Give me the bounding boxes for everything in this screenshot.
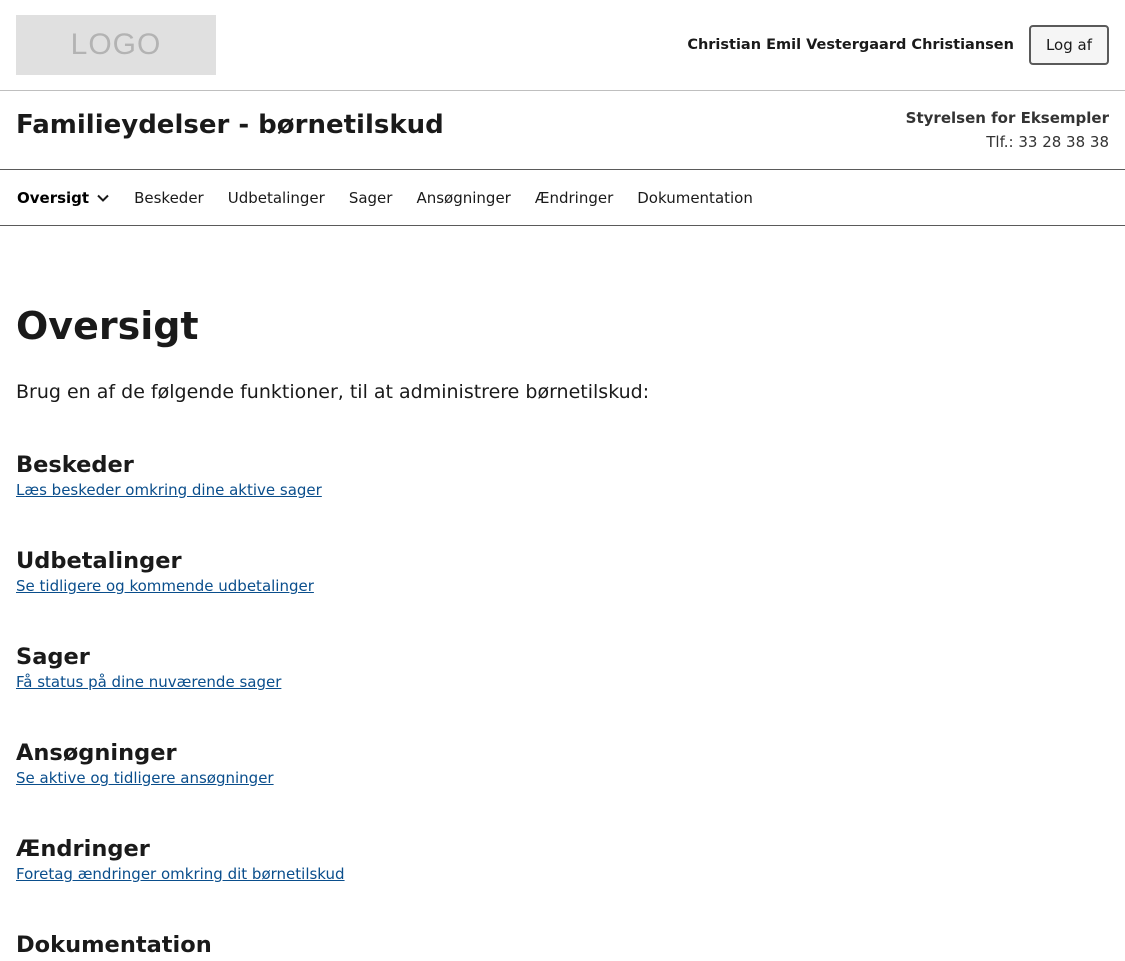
link-ansoegninger[interactable]: Se aktive og tidligere ansøgninger <box>16 768 274 788</box>
nav-item-dokumentation[interactable]: Dokumentation <box>637 189 753 207</box>
nav-item-label: Oversigt <box>17 188 90 207</box>
link-sager[interactable]: Få status på dine nuværende sager <box>16 672 281 692</box>
solution-header: Familieydelser - børnetilskud Styrelsen … <box>0 91 1125 170</box>
link-beskeder[interactable]: Læs beskeder omkring dine aktive sager <box>16 480 322 500</box>
section-udbetalinger: Udbetalinger Se tidligere og kommende ud… <box>16 546 314 596</box>
section-heading: Ansøgninger <box>16 740 177 766</box>
section-dokumentation: Dokumentation <box>16 930 212 960</box>
authority-phone: Tlf.: 33 28 38 38 <box>986 133 1109 151</box>
section-ansoegninger: Ansøgninger Se aktive og tidligere ansøg… <box>16 738 274 788</box>
section-beskeder: Beskeder Læs beskeder omkring dine aktiv… <box>16 450 322 500</box>
nav-item-ansoegninger[interactable]: Ansøgninger <box>416 189 510 207</box>
section-heading: Sager <box>16 644 90 670</box>
nav-item-udbetalinger[interactable]: Udbetalinger <box>228 189 325 207</box>
section-sager: Sager Få status på dine nuværende sager <box>16 642 281 692</box>
nav-item-oversigt[interactable]: Oversigt <box>17 189 110 207</box>
section-heading: Udbetalinger <box>16 548 182 574</box>
section-heading: Ændringer <box>16 836 150 862</box>
logo: LOGO <box>16 15 216 75</box>
section-aendringer: Ændringer Foretag ændringer omkring dit … <box>16 834 345 884</box>
user-area: Christian Emil Vestergaard Christiansen … <box>687 25 1109 65</box>
portal-header: LOGO Christian Emil Vestergaard Christia… <box>0 0 1125 91</box>
link-udbetalinger[interactable]: Se tidligere og kommende udbetalinger <box>16 576 314 596</box>
nav-item-aendringer[interactable]: Ændringer <box>535 189 613 207</box>
authority-name: Styrelsen for Eksempler <box>905 109 1109 127</box>
nav-item-beskeder[interactable]: Beskeder <box>134 189 204 207</box>
user-name: Christian Emil Vestergaard Christiansen <box>687 37 1014 53</box>
logout-button[interactable]: Log af <box>1028 25 1109 65</box>
link-aendringer[interactable]: Foretag ændringer omkring dit børnetilsk… <box>16 864 345 884</box>
section-heading: Beskeder <box>16 452 134 478</box>
nav-item-sager[interactable]: Sager <box>349 189 393 207</box>
main-navigation: Oversigt Beskeder Udbetalinger Sager Ans… <box>0 170 1125 226</box>
solution-title: Familieydelser - børnetilskud <box>16 110 444 140</box>
authority-info: Styrelsen for Eksempler Tlf.: 33 28 38 3… <box>906 106 1109 154</box>
section-heading: Dokumentation <box>16 932 212 958</box>
page-title: Oversigt <box>16 304 199 348</box>
intro-text: Brug en af de følgende funktioner, til a… <box>16 381 650 403</box>
chevron-down-icon <box>97 194 109 202</box>
